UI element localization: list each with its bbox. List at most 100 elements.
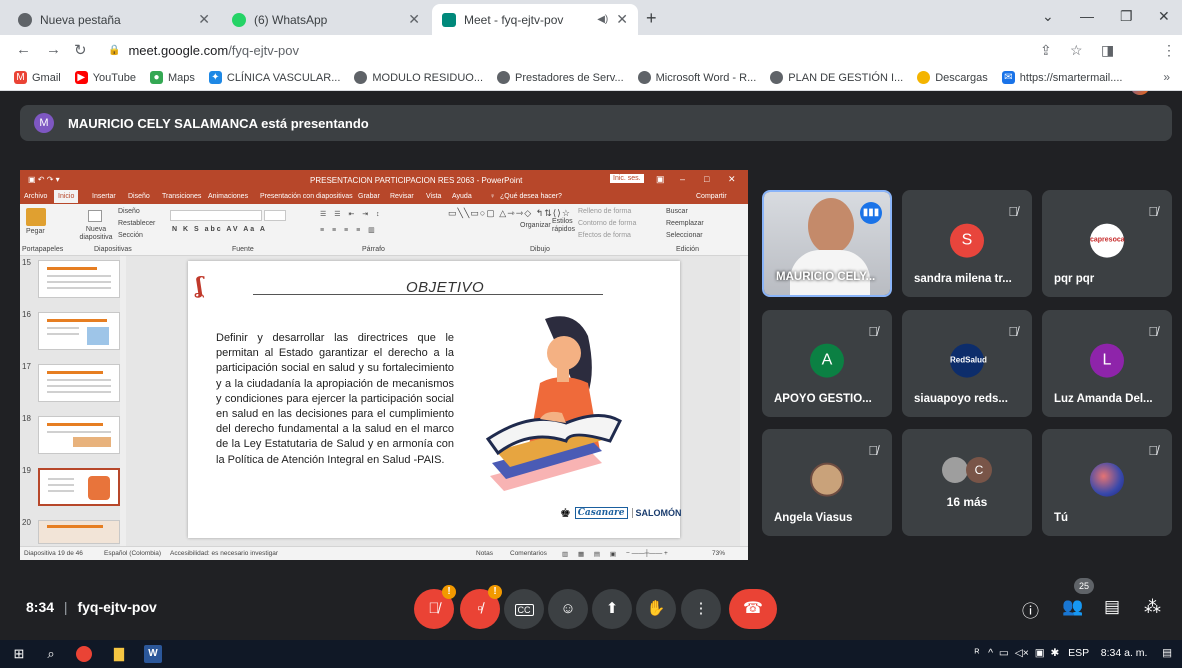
language-indicator[interactable]: ESP [1068, 647, 1089, 659]
bookmark-plan[interactable]: PLAN DE GESTIÓN I... [770, 71, 903, 84]
ribbon-seccion: Sección [118, 232, 143, 239]
thumb-line [48, 478, 74, 480]
reload-button[interactable]: ↻ [74, 41, 87, 59]
camera-off-icon: ▫̸ [477, 600, 483, 617]
more-bookmarks-icon[interactable]: » [1163, 70, 1170, 84]
share-icon[interactable]: ⇪ [1040, 42, 1052, 59]
participant-tile-siauapoyo[interactable]: 🎙̸ RedSalud siauapoyo reds... [902, 310, 1032, 417]
participant-tile-mauricio[interactable]: ▮▮▮ MAURICIO CELY... [762, 190, 892, 297]
minimize-button[interactable]: — [1080, 8, 1094, 24]
leave-call-button[interactable]: ☎ [729, 589, 777, 629]
ribbon-reemplazar: Reemplazar [666, 220, 704, 227]
powerpoint-status-bar: Diapositiva 19 de 46 Español (Colombia) … [20, 546, 748, 560]
bookmark-word[interactable]: Microsoft Word - R... [637, 71, 756, 84]
thumb-line [47, 281, 111, 283]
mic-button[interactable]: 🎙̸! [414, 585, 456, 629]
people-icon[interactable]: ᴿ [975, 647, 980, 659]
presenter-banner: M MAURICIO CELY SALAMANCA está presentan… [20, 105, 1172, 141]
participant-name: pqr pqr [1054, 273, 1095, 285]
captions-button[interactable]: CC [504, 589, 544, 629]
close-window-button[interactable]: ✕ [1158, 8, 1170, 25]
network-icon[interactable]: ▭ [999, 647, 1009, 659]
bookmark-gmail[interactable]: M Gmail [14, 71, 61, 84]
lock-icon: 🔒 [108, 45, 121, 56]
close-icon[interactable]: ✕ [616, 11, 628, 28]
notifications-icon[interactable]: ▤ [1162, 647, 1172, 659]
thumb-line [48, 490, 74, 492]
bookmark-modulo[interactable]: MODULO RESIDUO... [354, 71, 483, 84]
more-options-button[interactable]: ⋮ [681, 589, 721, 629]
globe-icon [354, 71, 368, 84]
chevron-up-icon[interactable]: ^ [988, 647, 993, 659]
zoom-slider: − ——┼—— + [626, 550, 668, 557]
windows-taskbar: ⊞ ⌕ ▇ W ᴿ ^ ▭ ◁× ▣ ✱ ESP 8:34 a. m. ▤ [0, 640, 1182, 668]
menu-revisar: Revisar [390, 193, 414, 200]
bookmark-youtube[interactable]: ▶ YouTube [74, 71, 136, 84]
raise-hand-button[interactable]: ✋ [636, 589, 676, 629]
bluetooth-icon[interactable]: ✱ [1051, 647, 1060, 659]
hang-up-icon: ☎ [743, 600, 763, 617]
ribbon-contorno: Contorno de forma [578, 220, 637, 227]
participant-tile-apoyo[interactable]: 🎙̸ A APOYO GESTIO... [762, 310, 892, 417]
bookmark-descargas[interactable]: Descargas [917, 71, 988, 84]
tab-meet[interactable]: Meet - fyq-ejtv-pov ◀) ✕ [432, 4, 638, 35]
bookmarks-bar: M Gmail ▶ YouTube ● Maps ✦ CLÍNICA VASCULAR.… [0, 65, 1182, 91]
new-tab-button[interactable]: + [646, 8, 657, 29]
back-button[interactable]: ← [16, 41, 31, 58]
windows-start-icon[interactable]: ⊞ [10, 645, 28, 663]
youtube-icon: ▶ [74, 71, 88, 84]
audio-icon[interactable]: ◀) [597, 14, 608, 25]
activities-button[interactable]: ⁂ [1144, 597, 1161, 617]
volume-icon[interactable]: ◁× [1015, 647, 1029, 659]
close-icon[interactable]: ✕ [408, 11, 420, 28]
paste-icon [26, 208, 46, 226]
forward-button[interactable]: → [46, 41, 61, 58]
emoji-button[interactable]: ☺ [548, 589, 588, 629]
tab-new-tab[interactable]: Nueva pestaña ✕ [8, 4, 220, 35]
bookmark-smartermail[interactable]: ✉ https://smartermail.... [1001, 71, 1122, 84]
bookmark-maps[interactable]: ● Maps [149, 71, 195, 84]
info-button[interactable]: ⓘ [1022, 597, 1039, 622]
avatar: C [966, 457, 992, 483]
bookmark-prestadores[interactable]: Prestadores de Serv... [497, 71, 624, 84]
tab-search-icon[interactable]: ⌄ [1042, 8, 1054, 25]
thumbnails-scrollbar [120, 256, 126, 546]
view-icons: ▥ ▦ ▤ ▣ [562, 551, 620, 558]
hand-icon: ✋ [646, 600, 666, 617]
slide-thumb [38, 312, 120, 350]
word-icon[interactable]: W [144, 645, 162, 663]
bookmark-star-icon[interactable]: ☆ [1070, 42, 1083, 59]
search-icon[interactable]: ⌕ [42, 645, 60, 663]
bookmark-clinica[interactable]: ✦ CLÍNICA VASCULAR... [208, 71, 340, 84]
people-button[interactable]: 👥 [1062, 597, 1083, 617]
participant-tile-pqr[interactable]: 🎙̸ capresoca pqr pqr [1042, 190, 1172, 297]
camera-button[interactable]: ▫̸! [460, 585, 502, 629]
participant-tile-luz[interactable]: 🎙̸ L Luz Amanda Del... [1042, 310, 1172, 417]
close-icon[interactable]: ✕ [198, 11, 210, 28]
participant-tile-more[interactable]: C 16 más [902, 429, 1032, 536]
clock[interactable]: 8:34 a. m. [1101, 647, 1148, 659]
menu-ayuda: Ayuda [452, 193, 472, 200]
chrome-taskbar-icon[interactable] [76, 646, 92, 662]
meeting-code: fyq-ejtv-pov [77, 599, 157, 615]
footer-logo-casanare: Casanare [574, 507, 628, 519]
file-explorer-icon[interactable]: ▇ [110, 645, 128, 663]
present-button[interactable]: ⬆ [592, 589, 632, 629]
ribbon-nueva: Nueva diapositiva [79, 226, 113, 241]
battery-icon[interactable]: ▣ [1035, 647, 1045, 659]
warning-icon: ! [488, 585, 502, 599]
chat-button[interactable]: ▤ [1104, 597, 1120, 617]
download-icon [917, 71, 931, 84]
sidepanel-icon[interactable]: ◨ [1101, 42, 1114, 59]
maximize-button[interactable]: ❐ [1120, 8, 1133, 25]
url-field[interactable]: 🔒 meet.google.com/fyq-ejtv-pov [108, 40, 1028, 61]
thumb-line [47, 333, 79, 335]
participant-tile-angela[interactable]: 🎙̸ Angela Viasus [762, 429, 892, 536]
tab-whatsapp[interactable]: (6) WhatsApp ✕ [222, 4, 430, 35]
participant-tile-you[interactable]: 🎙̸ Tú [1042, 429, 1172, 536]
participant-tile-sandra[interactable]: 🎙̸ S sandra milena tr... [902, 190, 1032, 297]
bookmark-label: Gmail [32, 71, 61, 84]
avatar: S [950, 223, 984, 258]
menu-icon[interactable]: ⋮ [1162, 42, 1176, 59]
participant-name: Angela Viasus [774, 512, 853, 524]
